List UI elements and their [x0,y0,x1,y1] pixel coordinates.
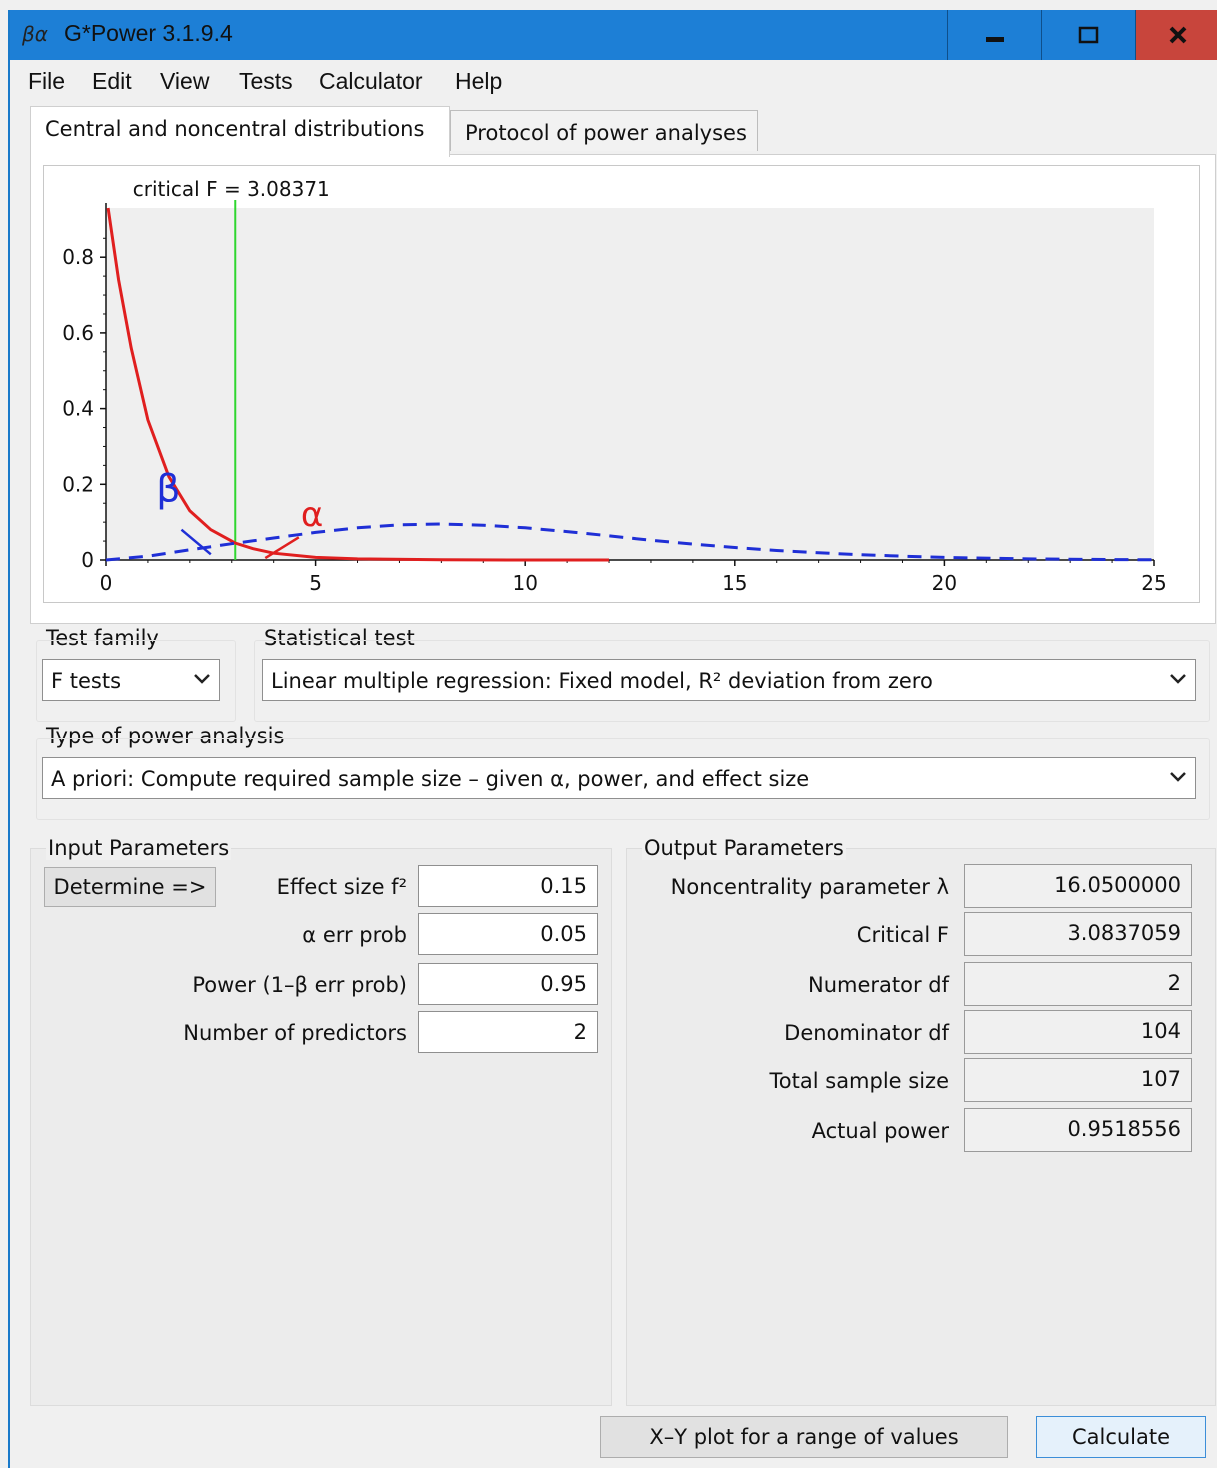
critical-f-annotation: critical F = 3.08371 [133,177,330,201]
numerator-df-output: 2 [964,962,1192,1006]
title-bar[interactable]: βα G*Power 3.1.9.4 [10,10,1217,60]
effect-size-input[interactable]: 0.15 [418,865,598,907]
app-icon: βα [22,22,48,46]
actual-power-output: 0.9518556 [964,1108,1192,1152]
minimize-icon [986,37,1004,42]
distribution-plot: 0 5 10 15 20 25 0 0.2 0.4 0.6 0.8 critical F = 3.08… [43,165,1200,603]
determine-button[interactable]: Determine => [44,867,216,907]
y-tick-label: 0.4 [62,397,94,421]
alpha-label: α err prob [302,923,407,947]
critical-f-label: Critical F [856,923,949,947]
chevron-down-icon [1170,674,1186,684]
menu-calculator[interactable]: Calculator [319,68,423,95]
tab-label: Central and noncentral distributions [45,117,425,141]
total-sample-size-label: Total sample size [769,1069,949,1093]
input-parameters-title: Input Parameters [46,836,232,860]
x-tick-label: 15 [722,571,747,595]
test-family-value: F tests [51,669,122,693]
y-tick-label: 0.6 [62,321,94,345]
window-title: G*Power 3.1.9.4 [64,20,233,46]
predictors-input[interactable]: 2 [418,1011,598,1053]
maximize-icon [1078,26,1099,44]
menu-bar: File Edit View Tests Calculator Help [10,60,1217,104]
power-label: Power (1–β err prob) [192,973,407,997]
plot-background [106,208,1154,560]
alpha-input[interactable]: 0.05 [418,913,598,955]
close-button[interactable] [1135,10,1217,60]
critical-f-output: 3.0837059 [964,912,1192,956]
chevron-down-icon [1170,772,1186,782]
beta-label: β [156,466,180,510]
distribution-chart: 0 5 10 15 20 25 0 0.2 0.4 0.6 0.8 critical F = 3.08… [62,177,1167,595]
menu-edit[interactable]: Edit [92,68,132,95]
x-tick-label: 20 [932,571,957,595]
calculate-button[interactable]: Calculate [1036,1416,1206,1458]
xy-plot-button[interactable]: X–Y plot for a range of values [600,1416,1008,1458]
actual-power-label: Actual power [811,1119,949,1143]
menu-tests[interactable]: Tests [239,68,293,95]
alpha-label: α [301,495,323,535]
menu-file[interactable]: File [28,68,65,95]
x-tick-label: 10 [512,571,537,595]
tab-protocol[interactable]: Protocol of power analyses [450,110,758,151]
test-family-select[interactable]: F tests [42,659,220,701]
tab-central-distributions[interactable]: Central and noncentral distributions [30,106,450,157]
statistical-test-value: Linear multiple regression: Fixed model,… [271,669,933,693]
x-tick-label: 0 [100,571,113,595]
tab-label: Protocol of power analyses [465,121,747,145]
power-analysis-select[interactable]: A priori: Compute required sample size –… [42,757,1196,799]
noncentrality-label: Noncentrality parameter λ [670,875,949,899]
power-analysis-value: A priori: Compute required sample size –… [51,767,810,791]
minimize-button[interactable] [947,10,1042,60]
power-input[interactable]: 0.95 [418,963,598,1005]
maximize-button[interactable] [1041,10,1136,60]
x-tick-label: 5 [309,571,322,595]
menu-view[interactable]: View [160,68,209,95]
denominator-df-output: 104 [964,1010,1192,1054]
distribution-panel: 0 5 10 15 20 25 0 0.2 0.4 0.6 0.8 critical F = 3.08… [30,154,1216,624]
output-parameters-title: Output Parameters [642,836,846,860]
app-window: βα G*Power 3.1.9.4 File Edit View Tests … [8,10,1217,1468]
y-tick-label: 0.2 [62,472,94,496]
chevron-down-icon [194,674,210,684]
numerator-df-label: Numerator df [807,973,949,997]
statistical-test-select[interactable]: Linear multiple regression: Fixed model,… [262,659,1196,701]
y-tick-label: 0 [81,548,94,572]
predictors-label: Number of predictors [183,1021,407,1045]
denominator-df-label: Denominator df [784,1021,949,1045]
total-sample-size-output: 107 [964,1058,1192,1102]
noncentrality-output: 16.0500000 [964,864,1192,908]
y-tick-label: 0.8 [62,245,94,269]
x-tick-label: 25 [1141,571,1166,595]
effect-size-label: Effect size f² [276,875,407,899]
close-icon [1169,26,1187,44]
menu-help[interactable]: Help [455,68,502,95]
